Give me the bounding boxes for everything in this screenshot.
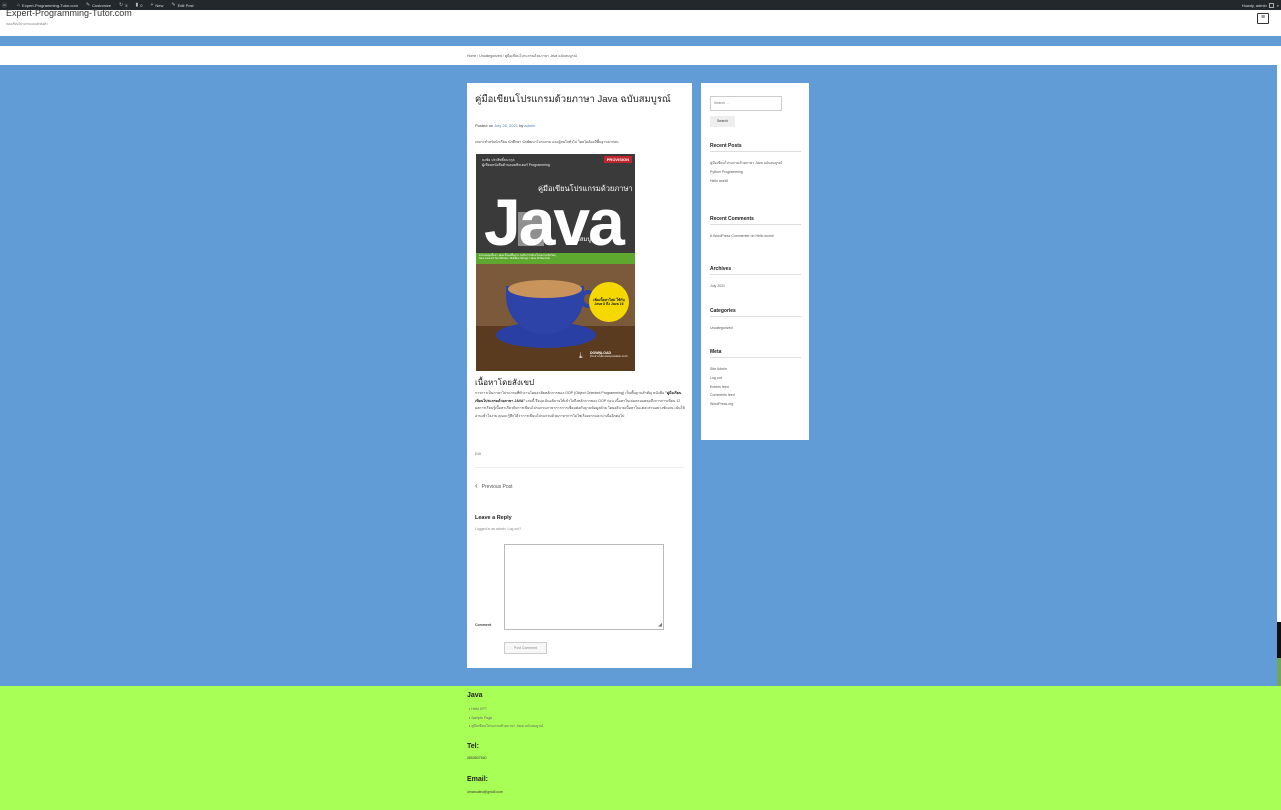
search-button[interactable]: Search: [710, 116, 735, 127]
archives-title: Archives: [710, 266, 801, 275]
window-edge-green: [1277, 658, 1281, 686]
admin-bar-new[interactable]: + New: [150, 2, 163, 8]
list-item[interactable]: Log out: [710, 376, 802, 381]
section-heading: เนื้อหาโดยสังเขป: [475, 378, 535, 387]
resize-grip-icon[interactable]: ◢: [658, 622, 662, 628]
window-edge-dark: [1277, 622, 1281, 658]
cover-download: DOWNLOAD ตัวอย่างโค้ด www.provision.co.t…: [590, 351, 628, 358]
chevron-left-icon: ‹: [475, 481, 478, 490]
avatar: [1268, 2, 1274, 8]
archives-list: July 2021: [710, 284, 802, 293]
comment-label: Comment: [475, 623, 492, 627]
post-meta: Posted on July 26, 2021 by admin: [475, 123, 535, 128]
meta-title: Meta: [710, 349, 801, 358]
footer-link[interactable]: คู่มือเขียนโปรแกรมด้วยภาษา Java ฉบับสมบู…: [469, 722, 543, 731]
sidebar: Search … Search Recent Posts คู่มือเขียน…: [701, 83, 809, 440]
post-comment-button[interactable]: Post Comment: [504, 642, 547, 654]
list-item[interactable]: Comments feed: [710, 393, 802, 398]
comment-icon: ▮: [135, 2, 139, 8]
list-item[interactable]: Site Admin: [710, 367, 802, 372]
cover-green-band: ครอบคลุมเนื้อหา Java ตั้งแต่พื้นฐาน จนถึ…: [476, 253, 635, 264]
section-body: การการเป็นภาษาโปรแกรมที่ทำงานโดยอาศัยหลั…: [475, 391, 685, 418]
site-tagline: สอนเขียนโปรแกรมแบบตัวต่อตัว: [6, 22, 48, 26]
admin-bar-account[interactable]: Howdy, admin: [1242, 2, 1274, 8]
categories-list: Uncategorized: [710, 326, 802, 335]
menu-toggle-button[interactable]: ≡: [1257, 13, 1269, 24]
posted-on-label: Posted on: [475, 123, 494, 128]
cover-authors: ธงชัย ประสิทธิ์ธนากุล ผู้เขียนหนังสือด้า…: [482, 158, 550, 167]
site-title[interactable]: Expert-Programming-Tutor.com: [6, 8, 132, 18]
post-intro: เหมาะสำหรับนักเรียน นักศึกษา นักพัฒนาโปร…: [475, 140, 619, 144]
list-item[interactable]: WordPress.org: [710, 402, 802, 407]
post-title: คู่มือเขียนโปรแกรมด้วยภาษา Java ฉบับสมบู…: [475, 94, 671, 105]
pencil-icon: ✎: [171, 2, 176, 8]
footer-java-title: Java: [467, 692, 483, 699]
comment-textarea[interactable]: ◢: [504, 544, 664, 630]
cover-java-word: Java: [484, 185, 625, 259]
plus-icon: +: [150, 2, 154, 8]
breadcrumb-bar: Home / Uncategorized / คู่มือเขียนโปรแกร…: [0, 46, 1281, 65]
search-input[interactable]: Search …: [710, 96, 782, 111]
list-item[interactable]: Python Programming: [710, 170, 802, 175]
footer-tel: 0853507540: [467, 756, 487, 760]
recent-comments-title: Recent Comments: [710, 216, 801, 225]
list-item[interactable]: คู่มือเขียนโปรแกรมด้วยภาษา Java ฉบับสมบู…: [710, 161, 802, 166]
admin-bar-comments[interactable]: ▮ 0: [135, 2, 142, 8]
footer-email: omanudeo@gmail.com: [467, 790, 504, 794]
previous-post-link[interactable]: ‹ Previous Post: [475, 481, 513, 490]
list-item[interactable]: July 2021: [710, 284, 802, 289]
list-item[interactable]: Uncategorized: [710, 326, 802, 331]
search-icon[interactable]: ⌕: [1277, 3, 1279, 8]
footer-tel-label: Tel:: [467, 743, 479, 750]
admin-bar: ⓦ ⌂ Expert-Programming-Tutor.com ✎ Customi…: [0, 0, 1281, 10]
recent-posts-title: Recent Posts: [710, 143, 801, 152]
categories-title: Categories: [710, 308, 801, 317]
recent-comments-list: A WordPress Commenter on Hello world!: [710, 234, 802, 243]
recent-posts-list: คู่มือเขียนโปรแกรมด้วยภาษา Java ฉบับสมบู…: [710, 161, 802, 187]
admin-bar-edit-post[interactable]: ✎ Edit Post: [171, 2, 193, 8]
reply-title: Leave a Reply: [475, 515, 512, 521]
post-date-link[interactable]: July 26, 2021: [494, 123, 518, 128]
list-item[interactable]: Hello world!: [710, 179, 802, 184]
site-footer: Java Hello EPT Sample Page คู่มือเขียนโป…: [0, 686, 1281, 810]
site-header: Expert-Programming-Tutor.com สอนเขียนโปร…: [0, 8, 1281, 36]
cover-badge: เพิ่มเนื้อหาใหม่ ใช้กับ Java 8 ถึง Java …: [589, 282, 629, 322]
by-label: by: [519, 123, 524, 128]
footer-links: Hello EPT Sample Page คู่มือเขียนโปรแกรม…: [469, 705, 543, 731]
article-card: คู่มือเขียนโปรแกรมด้วยภาษา Java ฉบับสมบู…: [467, 83, 692, 668]
edit-link[interactable]: Edit: [475, 452, 481, 456]
breadcrumb[interactable]: Home / Uncategorized / คู่มือเขียนโปรแกร…: [467, 53, 577, 59]
author-link[interactable]: admin: [524, 123, 535, 128]
window-edge: [1277, 46, 1281, 686]
logged-in-note[interactable]: Logged in as admin. Log out?: [475, 527, 521, 531]
list-item[interactable]: A WordPress Commenter on Hello world!: [710, 234, 802, 239]
download-icon: ⤓: [579, 351, 583, 360]
meta-list: Site Admin Log out Entries feed Comments…: [710, 367, 802, 411]
list-item[interactable]: Entries feed: [710, 385, 802, 390]
footer-email-label: Email:: [467, 776, 489, 783]
book-cover-image: ธงชัย ประสิทธิ์ธนากุล ผู้เขียนหนังสือด้า…: [476, 154, 635, 371]
cover-edition: ฉบับสมบูรณ์: [568, 237, 600, 243]
footer-link[interactable]: Hello EPT: [469, 705, 543, 714]
footer-link[interactable]: Sample Page: [469, 714, 543, 723]
divider: [475, 467, 684, 468]
cover-brand-logo: PROVISION: [603, 156, 632, 163]
